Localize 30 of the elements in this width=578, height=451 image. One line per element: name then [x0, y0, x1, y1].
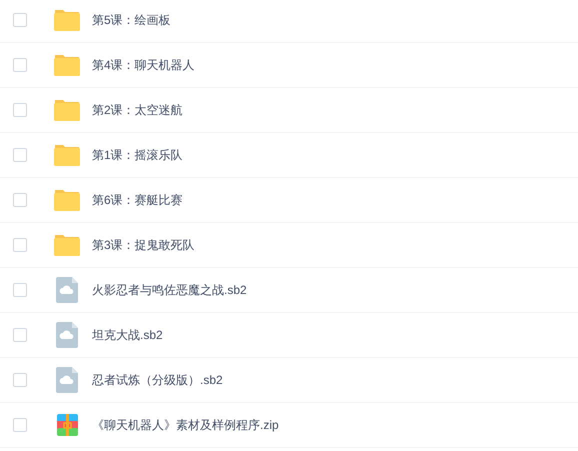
file-name[interactable]: 第4课：聊天机器人	[92, 56, 195, 74]
folder-icon	[54, 189, 80, 211]
folder-icon	[54, 144, 80, 166]
checkbox[interactable]	[13, 418, 27, 432]
checkbox[interactable]	[13, 13, 27, 27]
checkbox[interactable]	[13, 148, 27, 162]
cloud-file-icon	[56, 322, 78, 348]
checkbox[interactable]	[13, 193, 27, 207]
file-name[interactable]: 第1课：摇滚乐队	[92, 146, 183, 164]
checkbox[interactable]	[13, 328, 27, 342]
cloud-file-icon	[56, 277, 78, 303]
checkbox[interactable]	[13, 373, 27, 387]
archive-icon	[56, 414, 78, 436]
checkbox[interactable]	[13, 238, 27, 252]
checkbox[interactable]	[13, 58, 27, 72]
folder-icon	[54, 54, 80, 76]
file-name[interactable]: 火影忍者与鸣佐恶魔之战.sb2	[92, 281, 247, 299]
checkbox[interactable]	[13, 283, 27, 297]
file-name[interactable]: 坦克大战.sb2	[92, 326, 163, 344]
file-name[interactable]: 《聊天机器人》素材及样例程序.zip	[92, 416, 279, 434]
file-name[interactable]: 忍者试炼（分级版）.sb2	[92, 371, 223, 389]
folder-icon	[54, 9, 80, 31]
cloud-file-icon	[56, 367, 78, 393]
file-name[interactable]: 第3课：捉鬼敢死队	[92, 236, 195, 254]
file-name[interactable]: 第2课：太空迷航	[92, 101, 183, 119]
file-name[interactable]: 第6课：赛艇比赛	[92, 191, 183, 209]
folder-icon	[54, 234, 80, 256]
folder-icon	[54, 99, 80, 121]
file-name[interactable]: 第5课：绘画板	[92, 11, 171, 29]
checkbox[interactable]	[13, 103, 27, 117]
